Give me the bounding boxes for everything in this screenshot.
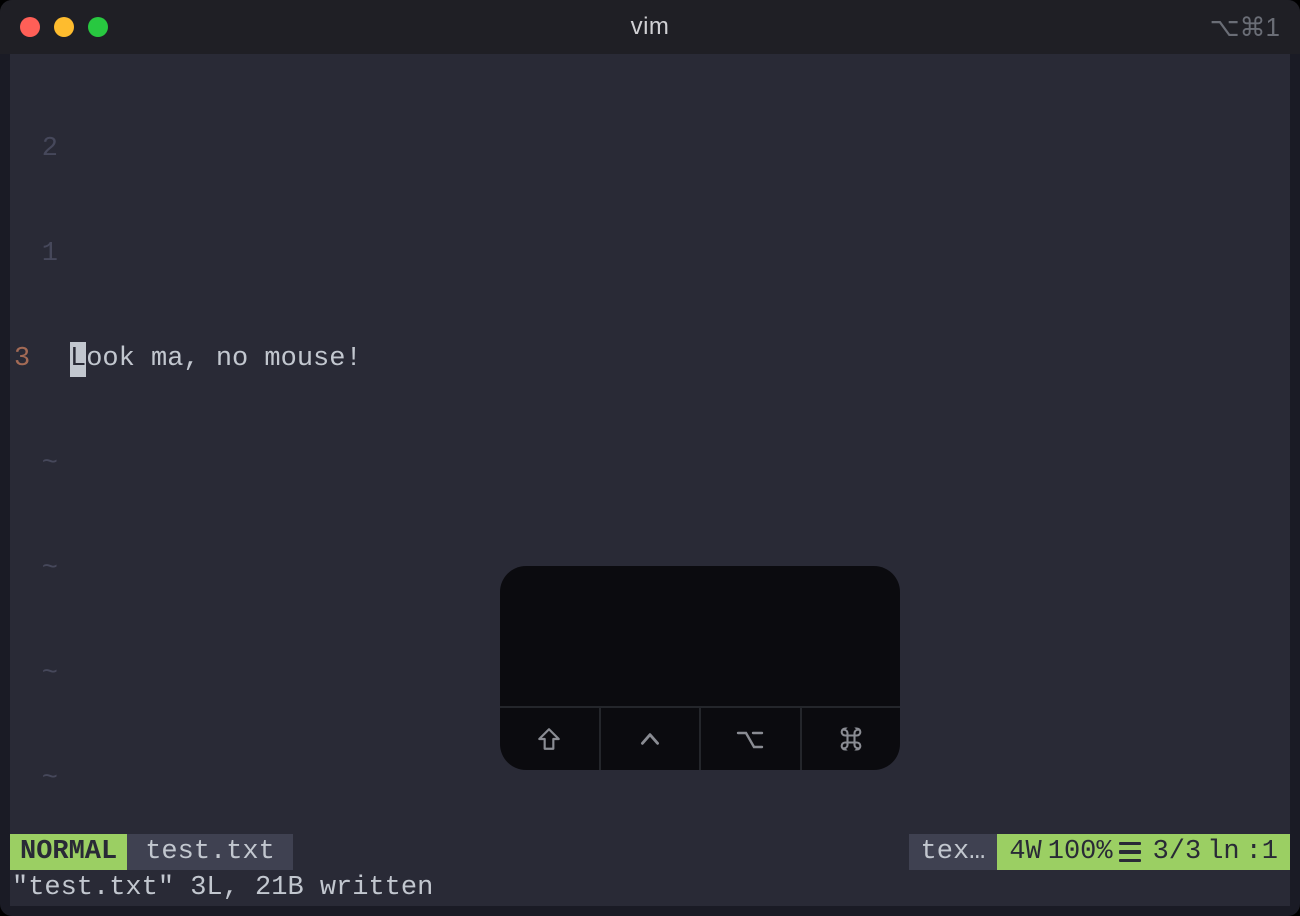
tilde: ~ — [22, 447, 68, 482]
vim-position: 4W 100% 3/3 ln:1 — [997, 834, 1290, 870]
terminal-viewport[interactable]: 2 1 3 Look ma, no mouse! ~ ~ ~ ~ ~ ~ ~ ~… — [10, 54, 1290, 834]
vim-filetype: tex… — [909, 834, 998, 870]
window-title: vim — [0, 13, 1300, 41]
statusline-spacer — [293, 834, 909, 870]
line-number: 1 — [22, 237, 68, 272]
control-icon — [599, 708, 700, 770]
tilde: ~ — [22, 762, 68, 797]
line-text: ook ma, no mouse! — [86, 344, 361, 374]
line-number: 2 — [22, 132, 68, 167]
diagnostic-warnings: 4W — [1009, 837, 1041, 867]
current-line-number: 3 — [14, 342, 38, 377]
shift-icon — [500, 708, 599, 770]
line-count: 3/3 — [1153, 837, 1202, 867]
vim-mode-indicator: NORMAL — [10, 834, 127, 870]
keycast-modifier-row — [500, 706, 900, 770]
keycast-overlay — [500, 566, 900, 770]
scroll-percent: 100% — [1048, 837, 1113, 867]
hamburger-icon — [1119, 842, 1141, 863]
vim-command-line[interactable]: "test.txt" 3L, 21B written — [10, 870, 1290, 906]
editor-current-line: 3 Look ma, no mouse! — [22, 342, 1278, 377]
terminal-window: vim ⌥⌘1 2 1 3 Look ma, no mouse! ~ ~ ~ ~… — [0, 0, 1300, 916]
column-number: :1 — [1246, 837, 1278, 867]
vim-filename: test.txt — [127, 834, 293, 870]
line-label: ln — [1207, 837, 1239, 867]
cursor: L — [70, 342, 86, 377]
tilde-line: ~ — [22, 447, 1278, 482]
editor-line: 1 — [22, 237, 1278, 272]
command-icon — [800, 708, 901, 770]
window-titlebar: vim ⌥⌘1 — [0, 0, 1300, 54]
line-content: Look ma, no mouse! — [70, 342, 362, 377]
editor-line: 2 — [22, 132, 1278, 167]
option-icon — [699, 708, 800, 770]
tilde: ~ — [22, 552, 68, 587]
keycast-display — [500, 566, 900, 706]
vim-statusline: NORMAL test.txt tex… 4W 100% 3/3 ln:1 — [10, 834, 1290, 870]
tilde: ~ — [22, 657, 68, 692]
